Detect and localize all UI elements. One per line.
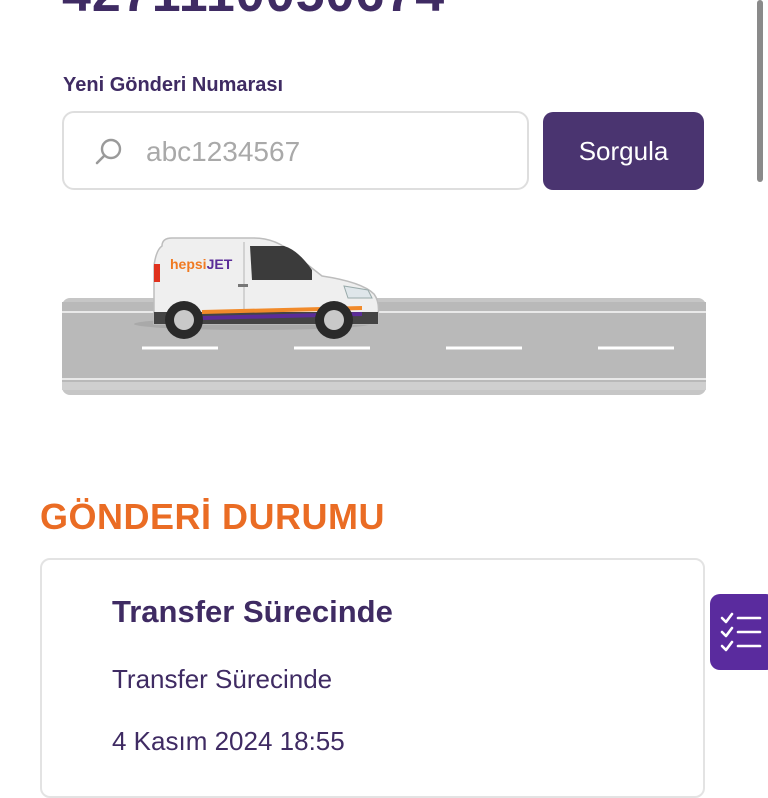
van-brand-logo: hepsiJET — [170, 256, 233, 272]
shipment-status-heading: GÖNDERİ DURUMU — [40, 496, 385, 537]
status-title: Transfer Sürecinde — [112, 594, 393, 629]
status-description: Transfer Sürecinde — [112, 664, 333, 694]
van: hepsiJET — [134, 237, 380, 339]
van-rear-wheel — [165, 301, 203, 339]
van-front-wheel — [315, 301, 353, 339]
query-button[interactable]: Sorgula — [543, 112, 704, 190]
scrollbar[interactable] — [757, 0, 763, 182]
search-icon — [92, 135, 126, 169]
status-card: Transfer Sürecinde Transfer Sürecinde 4 … — [40, 558, 705, 798]
status-date: 4 Kasım 2024 18:55 — [112, 726, 345, 756]
delivery-van-illustration: hepsiJET — [62, 237, 706, 395]
shipment-number-input[interactable] — [144, 127, 508, 177]
shipment-search-box[interactable] — [62, 111, 529, 190]
new-shipment-number-label: Yeni Gönderi Numarası — [63, 74, 284, 96]
checklist-icon — [720, 612, 762, 652]
tracking-number: 4271110050674 — [62, 0, 445, 24]
list-toggle-button[interactable] — [710, 594, 768, 670]
